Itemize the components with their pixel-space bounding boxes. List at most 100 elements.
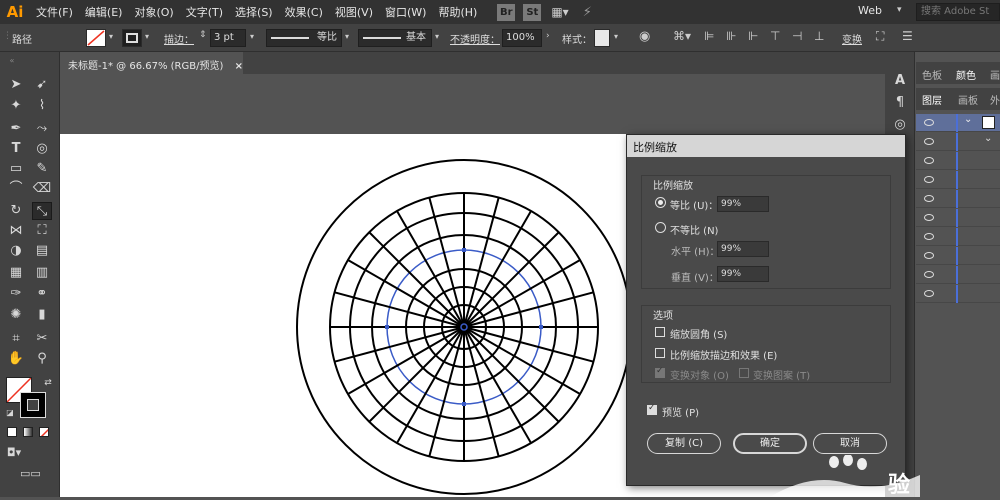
spoke-line[interactable]: [463, 326, 500, 457]
stock-search-input[interactable]: 搜索 Adobe St: [916, 3, 1000, 21]
spoke-line[interactable]: [463, 291, 594, 328]
gradient-tool-icon[interactable]: ▥: [32, 264, 52, 282]
stroke-stepper-icon[interactable]: ⇕: [199, 30, 207, 40]
anchor-point[interactable]: [462, 402, 466, 406]
layer-row[interactable]: [916, 171, 1000, 189]
perspective-grid-tool-icon[interactable]: ▤: [32, 242, 52, 260]
tab-artboards[interactable]: 画板: [958, 92, 978, 107]
stroke-swatch[interactable]: [122, 29, 142, 47]
tab-layers[interactable]: 图层: [922, 92, 942, 107]
menu-window[interactable]: 窗口(W): [379, 4, 432, 20]
menu-edit[interactable]: 编辑(E): [79, 4, 129, 20]
scale-strokes-label[interactable]: 比例缩放描边和效果 (E): [670, 347, 777, 362]
recolor-artwork-icon[interactable]: ◉: [639, 29, 650, 44]
shaper-tool-icon[interactable]: ⌒: [6, 180, 26, 198]
nonuniform-label[interactable]: 不等比 (N): [670, 222, 718, 237]
control-bar-menu-icon[interactable]: ☰: [902, 29, 913, 43]
menu-file[interactable]: 文件(F): [30, 4, 79, 20]
brush-definition[interactable]: 基本: [358, 29, 432, 47]
expand-sublayer-chevron-icon[interactable]: ⌄: [984, 133, 992, 144]
character-panel-icon[interactable]: A: [890, 72, 910, 90]
color-mode-button[interactable]: [7, 427, 17, 437]
align-top-icon[interactable]: ⊤: [770, 29, 780, 43]
opentype-panel-icon[interactable]: ◎: [890, 116, 910, 134]
free-transform-tool-icon[interactable]: ⛶: [32, 222, 52, 240]
visibility-eye-icon[interactable]: [924, 195, 934, 202]
bridge-button[interactable]: Br: [497, 3, 516, 21]
tab-appearance[interactable]: 外: [990, 92, 1000, 107]
none-mode-button[interactable]: [39, 427, 49, 437]
eyedropper-tool-icon[interactable]: ✑: [6, 285, 26, 303]
menu-type[interactable]: 文字(T): [180, 4, 229, 20]
artboard-tool-icon[interactable]: ⌗: [6, 330, 26, 348]
paragraph-panel-icon[interactable]: ¶: [890, 94, 910, 112]
scale-strokes-checkbox[interactable]: [655, 348, 665, 358]
isolate-icon[interactable]: ⛶: [876, 29, 884, 44]
spoke-line[interactable]: [463, 197, 500, 328]
swap-fill-stroke-icon[interactable]: ⇄: [38, 374, 58, 392]
scale-corners-checkbox[interactable]: [655, 327, 665, 337]
menu-help[interactable]: 帮助(H): [432, 4, 483, 20]
type-tool-icon[interactable]: T: [6, 140, 26, 158]
stroke-weight-chevron-icon[interactable]: ▾: [250, 32, 254, 41]
ok-button[interactable]: 确定: [733, 433, 807, 454]
tab-brushes[interactable]: 画: [990, 67, 1000, 82]
toolbar-collapse-icon[interactable]: «: [2, 52, 22, 70]
preview-checkbox[interactable]: [647, 403, 657, 415]
scale-tool-icon[interactable]: ⤡: [32, 202, 52, 220]
opacity-arrow-icon[interactable]: ›: [546, 31, 550, 41]
menu-object[interactable]: 对象(O): [128, 4, 179, 20]
horizontal-scale-input[interactable]: 99%: [717, 241, 769, 257]
scale-corners-label[interactable]: 缩放圆角 (S): [670, 326, 727, 341]
visibility-eye-icon[interactable]: [924, 271, 934, 278]
gpu-performance-icon[interactable]: ⚡: [583, 5, 592, 20]
visibility-eye-icon[interactable]: [924, 157, 934, 164]
selection-tool-icon[interactable]: ➤: [6, 76, 26, 94]
align-bottom-icon[interactable]: ⊥: [814, 29, 824, 43]
paintbrush-tool-icon[interactable]: ✎: [32, 160, 52, 178]
eraser-tool-icon[interactable]: ⌫: [32, 180, 52, 198]
rectangle-tool-icon[interactable]: ▭: [6, 160, 26, 178]
pen-tool-icon[interactable]: ✒: [6, 120, 26, 138]
stroke-chevron-icon[interactable]: ▾: [145, 32, 149, 41]
opacity-label[interactable]: 不透明度：: [450, 31, 500, 46]
visibility-eye-icon[interactable]: [924, 119, 934, 126]
visibility-eye-icon[interactable]: [924, 233, 934, 240]
layer-row[interactable]: [916, 285, 1000, 303]
menu-view[interactable]: 视图(V): [329, 4, 379, 20]
fill-swatch[interactable]: [86, 29, 106, 47]
layer-row[interactable]: [916, 266, 1000, 284]
spoke-line[interactable]: [463, 326, 594, 363]
layer-row[interactable]: [916, 190, 1000, 208]
tab-swatches[interactable]: 色板: [922, 67, 942, 82]
spoke-line[interactable]: [428, 326, 465, 457]
variable-width-profile[interactable]: 等比: [266, 29, 342, 47]
shape-builder-tool-icon[interactable]: ◑: [6, 242, 26, 260]
profile-chevron-icon[interactable]: ▾: [345, 32, 349, 41]
tab-color[interactable]: 颜色: [956, 67, 976, 82]
slice-tool-icon[interactable]: ✂: [32, 330, 52, 348]
magic-wand-tool-icon[interactable]: ✦: [6, 97, 26, 115]
rotate-tool-icon[interactable]: ↻: [6, 202, 26, 220]
style-chevron-icon[interactable]: ▾: [614, 32, 618, 41]
spiral-tool-icon[interactable]: ◎: [32, 140, 52, 158]
visibility-eye-icon[interactable]: [924, 252, 934, 259]
arrange-documents-icon[interactable]: ▦▾: [551, 5, 568, 19]
fill-chevron-icon[interactable]: ▾: [109, 32, 113, 41]
visibility-eye-icon[interactable]: [924, 138, 934, 145]
close-tab-icon[interactable]: ×: [235, 61, 243, 72]
layer-row[interactable]: ⌄: [916, 133, 1000, 151]
document-tab[interactable]: 未标题-1* @ 66.67% (RGB/预览) ×: [60, 52, 243, 74]
spoke-line[interactable]: [334, 326, 465, 363]
workspace-switcher[interactable]: Web: [858, 4, 882, 17]
spoke-line[interactable]: [428, 197, 465, 328]
zoom-tool-icon[interactable]: ⚲: [32, 350, 52, 368]
hand-tool-icon[interactable]: ✋: [6, 350, 26, 368]
spoke-line[interactable]: [334, 291, 465, 328]
brush-chevron-icon[interactable]: ▾: [435, 32, 439, 41]
dialog-title[interactable]: 比例缩放: [627, 135, 905, 157]
default-colors-icon[interactable]: ◪: [0, 404, 20, 422]
align-center-icon[interactable]: ⊪: [726, 29, 736, 43]
anchor-point[interactable]: [385, 325, 389, 329]
visibility-eye-icon[interactable]: [924, 290, 934, 297]
